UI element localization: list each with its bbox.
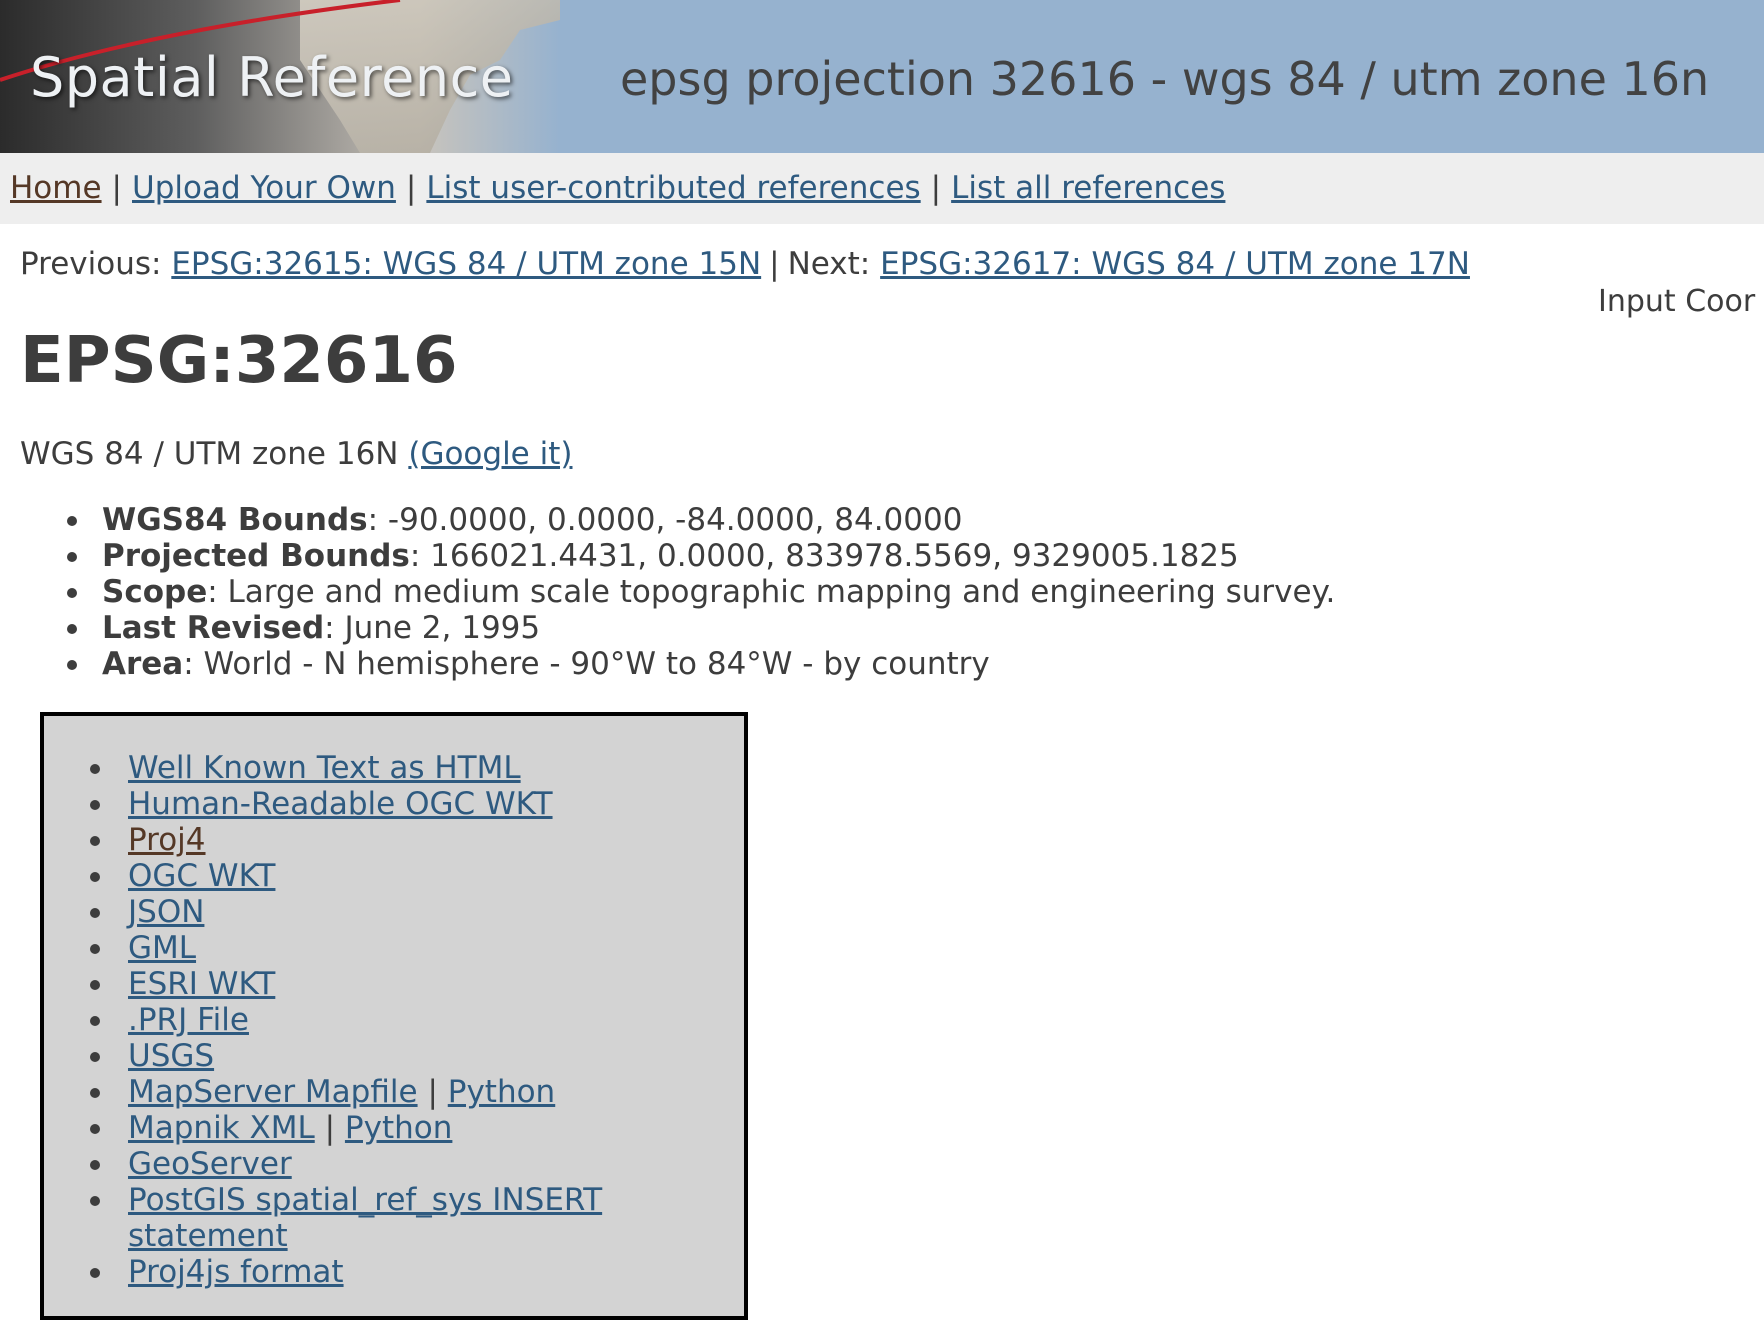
- nav-user-references-link[interactable]: List user-contributed references: [426, 170, 920, 206]
- bullet-icon: [90, 1088, 100, 1098]
- format-item: Human-Readable OGC WKT: [88, 786, 648, 822]
- previous-label: Previous:: [20, 246, 162, 282]
- page-title: EPSG:32616: [20, 324, 458, 398]
- export-formats-box: Well Known Text as HTML Human-Readable O…: [40, 712, 748, 1320]
- format-link-human-readable-wkt[interactable]: Human-Readable OGC WKT: [128, 786, 553, 822]
- format-link-wkt-html[interactable]: Well Known Text as HTML: [128, 750, 521, 786]
- format-link-gml[interactable]: GML: [128, 930, 196, 966]
- info-key: Scope: [102, 574, 208, 610]
- nav-all-references-link[interactable]: List all references: [951, 170, 1225, 206]
- info-value: : World - N hemisphere - 90°W to 84°W - …: [183, 646, 990, 682]
- reference-name: WGS 84 / UTM zone 16N: [20, 436, 399, 472]
- bullet-icon: [90, 1016, 100, 1026]
- reference-subtitle: WGS 84 / UTM zone 16N (Google it): [20, 436, 572, 472]
- bullet-icon: [67, 516, 77, 526]
- nav-separator: |: [930, 170, 942, 206]
- format-link-proj4[interactable]: Proj4: [128, 822, 206, 858]
- site-logo[interactable]: Spatial Reference: [30, 46, 514, 109]
- format-link-mapserver-mapfile[interactable]: MapServer Mapfile: [128, 1074, 418, 1110]
- format-item: Proj4js format: [88, 1254, 648, 1290]
- format-item: GeoServer: [88, 1146, 648, 1182]
- info-key: Area: [102, 646, 184, 682]
- bullet-icon: [67, 552, 77, 562]
- info-item-scope: Scope: Large and medium scale topographi…: [60, 574, 1335, 610]
- format-item: GML: [88, 930, 648, 966]
- bullet-icon: [90, 836, 100, 846]
- page-heading-banner: epsg projection 32616 - wgs 84 / utm zon…: [620, 52, 1710, 106]
- reference-info-list: WGS84 Bounds: -90.0000, 0.0000, -84.0000…: [60, 502, 1335, 682]
- bullet-icon: [90, 944, 100, 954]
- format-item: MapServer Mapfile | Python: [88, 1074, 648, 1110]
- info-key: WGS84 Bounds: [102, 502, 368, 538]
- bullet-icon: [67, 588, 77, 598]
- input-coordinates-label: Input Coor: [1598, 284, 1756, 319]
- next-reference-link[interactable]: EPSG:32617: WGS 84 / UTM zone 17N: [880, 246, 1470, 282]
- format-item: PostGIS spatial_ref_sys INSERT statement: [88, 1182, 648, 1254]
- nav-upload-link[interactable]: Upload Your Own: [132, 170, 396, 206]
- format-link-json[interactable]: JSON: [128, 894, 204, 930]
- format-item: USGS: [88, 1038, 648, 1074]
- previous-reference-link[interactable]: EPSG:32615: WGS 84 / UTM zone 15N: [171, 246, 761, 282]
- info-key: Projected Bounds: [102, 538, 410, 574]
- bullet-icon: [67, 660, 77, 670]
- bullet-icon: [90, 1160, 100, 1170]
- format-link-usgs[interactable]: USGS: [128, 1038, 214, 1074]
- format-item: .PRJ File: [88, 1002, 648, 1038]
- prev-next-bar: Previous: EPSG:32615: WGS 84 / UTM zone …: [20, 246, 1470, 282]
- bullet-icon: [90, 800, 100, 810]
- info-value: : June 2, 1995: [324, 610, 541, 646]
- google-it-link[interactable]: (Google it): [408, 436, 572, 472]
- format-item: Proj4: [88, 822, 648, 858]
- bullet-icon: [90, 980, 100, 990]
- nav-home-link[interactable]: Home: [10, 170, 102, 206]
- format-link-mapnik-xml[interactable]: Mapnik XML: [128, 1110, 315, 1146]
- bullet-icon: [90, 908, 100, 918]
- bullet-icon: [90, 872, 100, 882]
- format-item: Mapnik XML | Python: [88, 1110, 648, 1146]
- format-link-ogc-wkt[interactable]: OGC WKT: [128, 858, 275, 894]
- nav-separator: |: [405, 170, 417, 206]
- site-header: Spatial Reference epsg projection 32616 …: [0, 0, 1764, 153]
- info-item-last-revised: Last Revised: June 2, 1995: [60, 610, 1335, 646]
- format-separator: |: [427, 1074, 438, 1110]
- format-link-prj-file[interactable]: .PRJ File: [128, 1002, 249, 1038]
- format-item: JSON: [88, 894, 648, 930]
- bullet-icon: [90, 1124, 100, 1134]
- info-item-projected-bounds: Projected Bounds: 166021.4431, 0.0000, 8…: [60, 538, 1335, 574]
- export-formats-list: Well Known Text as HTML Human-Readable O…: [88, 750, 648, 1290]
- info-item-area: Area: World - N hemisphere - 90°W to 84°…: [60, 646, 1335, 682]
- bullet-icon: [90, 764, 100, 774]
- bullet-icon: [90, 1268, 100, 1278]
- format-item: Well Known Text as HTML: [88, 750, 648, 786]
- format-link-geoserver[interactable]: GeoServer: [128, 1146, 292, 1182]
- format-link-esri-wkt[interactable]: ESRI WKT: [128, 966, 275, 1002]
- bullet-icon: [67, 624, 77, 634]
- nav-bar: Home | Upload Your Own | List user-contribut…: [0, 153, 1764, 224]
- info-key: Last Revised: [102, 610, 325, 646]
- format-item: ESRI WKT: [88, 966, 648, 1002]
- format-link-mapserver-python[interactable]: Python: [448, 1074, 555, 1110]
- info-value: : -90.0000, 0.0000, -84.0000, 84.0000: [367, 502, 963, 538]
- prevnext-separator: |: [769, 246, 780, 282]
- format-separator: |: [324, 1110, 336, 1146]
- format-item: OGC WKT: [88, 858, 648, 894]
- bullet-icon: [90, 1196, 100, 1206]
- info-value: : Large and medium scale topographic map…: [207, 574, 1336, 610]
- nav-separator: |: [111, 170, 122, 206]
- next-label: Next:: [787, 246, 871, 282]
- bullet-icon: [90, 1052, 100, 1062]
- info-value: : 166021.4431, 0.0000, 833978.5569, 9329…: [409, 538, 1239, 574]
- format-link-proj4js[interactable]: Proj4js format: [128, 1254, 344, 1290]
- info-item-wgs84-bounds: WGS84 Bounds: -90.0000, 0.0000, -84.0000…: [60, 502, 1335, 538]
- format-link-postgis-insert[interactable]: PostGIS spatial_ref_sys INSERT statement: [128, 1182, 602, 1254]
- format-link-mapnik-python[interactable]: Python: [345, 1110, 452, 1146]
